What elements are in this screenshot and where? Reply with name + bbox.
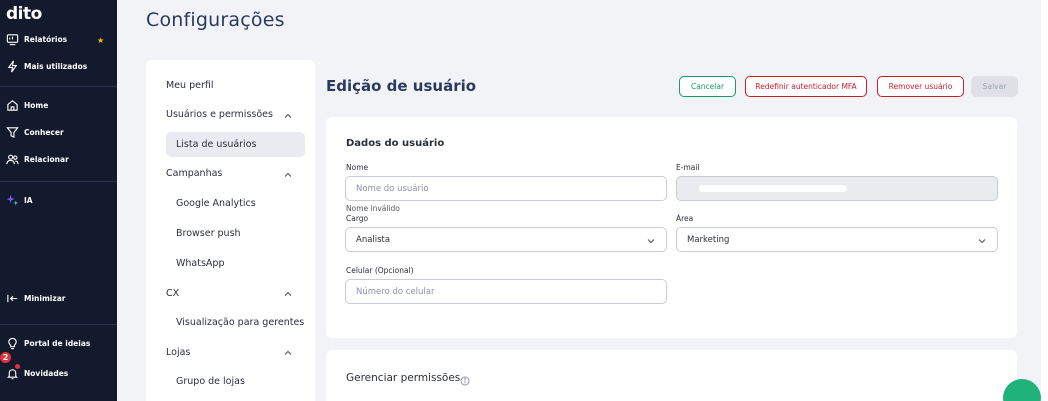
chevron-up-icon[interactable] <box>283 348 293 358</box>
role-select-value: Analista <box>356 234 391 245</box>
menu-item-grupo-lojas[interactable]: Grupo de lojas <box>176 376 245 387</box>
area-label: Área <box>676 214 694 223</box>
collapse-icon <box>7 294 18 303</box>
chevron-down-icon <box>647 239 655 244</box>
reset-mfa-button[interactable]: Redefinir autenticador MFA <box>745 76 867 97</box>
nav-item-label: Relacionar <box>24 155 69 164</box>
chevron-down-icon <box>978 239 986 244</box>
filter-icon <box>6 127 19 139</box>
name-error-text: Nome inválido <box>346 204 400 213</box>
save-button[interactable]: Salvar <box>971 76 1018 97</box>
nav-divider <box>0 181 117 182</box>
nav-item-conhecer[interactable]: Conhecer <box>6 126 64 139</box>
phone-input[interactable]: Número do celular <box>345 279 667 304</box>
card-title: Dados do usuário <box>346 138 445 149</box>
nav-item-minimizar[interactable]: Minimizar <box>6 292 65 305</box>
users-icon <box>6 154 19 165</box>
section-heading: Edição de usuário <box>326 77 477 95</box>
lightning-icon <box>7 60 18 73</box>
phone-label: Celular (Opcional) <box>346 266 414 275</box>
page-title: Configurações <box>146 9 285 31</box>
notification-dot <box>15 364 20 369</box>
area-select-value: Marketing <box>687 234 730 245</box>
nav-divider <box>0 86 117 87</box>
sparkles-icon <box>6 194 19 206</box>
nav-item-label: Novidades <box>24 369 69 378</box>
permissions-title: Gerenciar permissões <box>346 372 461 384</box>
cancel-button[interactable]: Cancelar <box>679 76 736 97</box>
chevron-up-icon[interactable] <box>283 289 293 299</box>
nav-item-relacionar[interactable]: Relacionar <box>6 153 69 166</box>
name-label: Nome <box>346 163 369 172</box>
name-input[interactable]: Nome do usuário <box>345 176 667 201</box>
main-navigation: dito Relatórios ★ Mais utilizados Home C… <box>0 0 117 401</box>
menu-item-google-analytics[interactable]: Google Analytics <box>176 198 256 209</box>
menu-group-cx[interactable]: CX <box>166 288 179 299</box>
nav-item-mais-utilizados[interactable]: Mais utilizados <box>6 60 87 73</box>
nav-divider <box>0 324 117 325</box>
nav-item-novidades[interactable]: Novidades <box>6 367 68 380</box>
nav-item-label: Home <box>24 101 49 110</box>
nav-item-relatorios[interactable]: Relatórios <box>6 33 67 46</box>
nav-item-label: Portal de ideias <box>24 339 91 348</box>
menu-item-browser-push[interactable]: Browser push <box>176 228 241 239</box>
nav-item-label: Mais utilizados <box>24 62 88 71</box>
menu-group-campanhas[interactable]: Campanhas <box>166 168 222 179</box>
menu-group-lojas[interactable]: Lojas <box>166 347 190 358</box>
lightbulb-icon <box>8 337 17 350</box>
nav-item-label: Conhecer <box>24 128 64 137</box>
nav-item-portal-de-ideias[interactable]: Portal de ideias <box>6 337 90 350</box>
user-data-card: Dados do usuário Nome Nome do usuário No… <box>326 117 1017 338</box>
chevron-up-icon[interactable] <box>283 111 293 121</box>
scrollbar-track[interactable] <box>1041 0 1048 401</box>
chevron-up-icon[interactable] <box>283 170 293 180</box>
nav-item-label: Minimizar <box>24 294 66 303</box>
help-icon[interactable] <box>460 376 470 386</box>
area-select[interactable]: Marketing <box>676 227 998 252</box>
settings-menu: Meu perfil Usuários e permissões Lista d… <box>146 60 315 401</box>
nav-item-ia[interactable]: IA <box>6 194 33 207</box>
menu-item-lista-usuarios[interactable]: Lista de usuários <box>176 139 256 150</box>
remove-user-button[interactable]: Remover usuário <box>877 76 964 97</box>
email-label: E-mail <box>676 163 700 172</box>
nav-item-home[interactable]: Home <box>6 99 48 112</box>
nav-item-label: IA <box>24 196 33 205</box>
menu-item-meu-perfil[interactable]: Meu perfil <box>166 80 214 91</box>
nav-item-label: Relatórios <box>24 35 68 44</box>
notification-badge: 2 <box>0 352 11 363</box>
app-logo[interactable]: dito <box>6 4 42 24</box>
permissions-card: Gerenciar permissões <box>326 350 1017 401</box>
favorite-star-icon: ★ <box>97 36 105 45</box>
reports-icon <box>6 34 19 46</box>
role-select[interactable]: Analista <box>345 227 667 252</box>
role-label: Cargo <box>346 214 369 223</box>
menu-group-usuarios-permissoes[interactable]: Usuários e permissões <box>166 109 273 120</box>
home-icon <box>7 100 18 111</box>
menu-item-whatsapp[interactable]: WhatsApp <box>176 258 224 269</box>
email-field <box>676 176 998 201</box>
email-redacted-value <box>699 185 847 192</box>
menu-item-visualizacao-gerentes[interactable]: Visualização para gerentes <box>176 317 304 328</box>
